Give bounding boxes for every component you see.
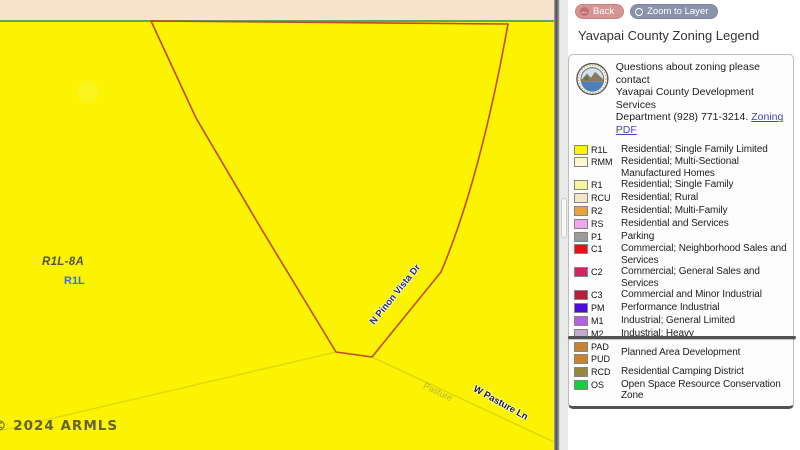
legend-swatch — [574, 342, 588, 352]
legend-desc: Industrial; General Limited — [621, 315, 792, 326]
map-terrain-blob — [77, 81, 99, 103]
panel-divider — [568, 336, 796, 339]
copyright-watermark: © 2024 ARMLS — [0, 418, 118, 434]
back-arrow-icon: ← — [580, 7, 589, 16]
back-button[interactable]: ← Back — [575, 4, 624, 19]
county-seal-icon — [576, 61, 609, 97]
legend-title: Yavapai County Zoning Legend — [578, 28, 759, 43]
back-button-label: Back — [593, 6, 614, 17]
legend-code: RCD — [591, 366, 621, 378]
legend-code: PAD — [591, 341, 621, 353]
legend-desc: Open Space Resource Conservation Zone — [621, 379, 792, 401]
legend-row: RSResidential and Services — [574, 218, 792, 230]
legend-swatch — [574, 267, 588, 277]
legend-code: C2 — [591, 266, 621, 278]
contact-text: Questions about zoning please contact Ya… — [616, 61, 790, 137]
toolbar: ← Back Zoom to Layer — [575, 4, 718, 19]
legend-swatch — [574, 206, 588, 216]
legend-row: C2Commercial; General Sales and Services — [574, 266, 792, 288]
legend-row: RCUResidential; Rural — [574, 192, 792, 204]
legend-code: PM — [591, 302, 621, 314]
zoom-circle-icon — [635, 8, 643, 16]
legend-row: M1Industrial; General Limited — [574, 315, 792, 327]
legend-desc: Residential Camping District — [621, 366, 792, 377]
legend-box: Questions about zoning please contact Ya… — [568, 54, 794, 409]
app-window: R1L-8A R1L N Pinon Vista Dr Pasture W Pa… — [0, 0, 800, 450]
legend-row: R1LResidential; Single Family Limited — [574, 144, 792, 156]
scrollbar-track[interactable] — [559, 0, 568, 450]
legend-swatch — [574, 157, 588, 167]
contact-line3: Department (928) 771-3214. Zoning PDF — [616, 111, 790, 136]
map-vector-layer — [0, 0, 554, 450]
legend-code: R1L — [591, 144, 621, 156]
legend-swatch — [574, 290, 588, 300]
legend-swatch — [574, 232, 588, 242]
legend-row: OSOpen Space Resource Conservation Zone — [574, 379, 792, 401]
legend-swatch — [574, 380, 588, 390]
legend-row: P1Parking — [574, 231, 792, 243]
legend-desc: Residential; Single Family Limited — [621, 144, 792, 155]
legend-code: M1 — [591, 315, 621, 327]
legend-swatch — [574, 244, 588, 254]
legend-code: RCU — [591, 192, 621, 204]
legend-desc: Residential and Services — [621, 218, 792, 229]
parcel-id-label: R1L-8A — [42, 256, 84, 268]
legend-desc: Parking — [621, 231, 792, 242]
legend-code: OS — [591, 379, 621, 391]
contact-section: Questions about zoning please contact Ya… — [572, 61, 792, 137]
legend-code: RS — [591, 218, 621, 230]
contact-line1: Questions about zoning please contact — [616, 61, 790, 86]
legend-swatch — [574, 193, 588, 203]
legend-row: RMMResidential; Multi-Sectional Manufact… — [574, 156, 792, 178]
legend-swatch — [574, 354, 588, 364]
legend-code: RMM — [591, 156, 621, 168]
legend-swatch — [574, 219, 588, 229]
legend-row: PADPlanned Area Development — [574, 341, 792, 353]
legend-desc: Residential; Single Family — [621, 179, 792, 190]
legend-desc: Residential; Multi-Sectional Manufacture… — [621, 156, 792, 178]
zone-code-label: R1L — [64, 275, 85, 287]
legend-swatch — [574, 303, 588, 313]
scrollbar-thumb[interactable] — [561, 198, 567, 238]
contact-line2: Yavapai County Development Services — [616, 86, 790, 111]
legend-code: R2 — [591, 205, 621, 217]
legend-desc: Performance Industrial — [621, 302, 792, 313]
legend-code: P1 — [591, 231, 621, 243]
legend-row: RCDResidential Camping District — [574, 366, 792, 378]
legend-code: R1 — [591, 179, 621, 191]
legend-row: PMPerformance Industrial — [574, 302, 792, 314]
zoning-map[interactable]: R1L-8A R1L N Pinon Vista Dr Pasture W Pa… — [0, 0, 554, 450]
contact-phone: Department (928) 771-3214. — [616, 111, 749, 123]
legend-desc: Commercial; Neighborhood Sales and Servi… — [621, 243, 792, 265]
legend-desc: Residential; Multi-Family — [621, 205, 792, 216]
legend-desc: Commercial; General Sales and Services — [621, 266, 792, 288]
legend-code: C1 — [591, 243, 621, 255]
legend-swatch — [574, 145, 588, 155]
faint-road-pasture — [372, 357, 554, 442]
legend-desc: Planned Area Development — [621, 347, 792, 358]
legend-list: R1LResidential; Single Family LimitedRMM… — [572, 144, 792, 402]
legend-swatch — [574, 367, 588, 377]
legend-code: PUD — [591, 353, 621, 365]
legend-row: C3Commercial and Minor Industrial — [574, 289, 792, 301]
zoom-to-layer-button[interactable]: Zoom to Layer — [630, 4, 718, 19]
legend-row: C1Commercial; Neighborhood Sales and Ser… — [574, 243, 792, 265]
legend-row: R2Residential; Multi-Family — [574, 205, 792, 217]
legend-code: C3 — [591, 289, 621, 301]
legend-swatch — [574, 180, 588, 190]
legend-swatch — [574, 316, 588, 326]
parcel-boundary[interactable] — [151, 21, 508, 357]
legend-desc: Commercial and Minor Industrial — [621, 289, 792, 300]
legend-panel: ← Back Zoom to Layer Yavapai County Zoni… — [568, 0, 800, 450]
legend-row: R1Residential; Single Family — [574, 179, 792, 191]
zoom-to-layer-label: Zoom to Layer — [647, 6, 708, 17]
legend-desc: Residential; Rural — [621, 192, 792, 203]
